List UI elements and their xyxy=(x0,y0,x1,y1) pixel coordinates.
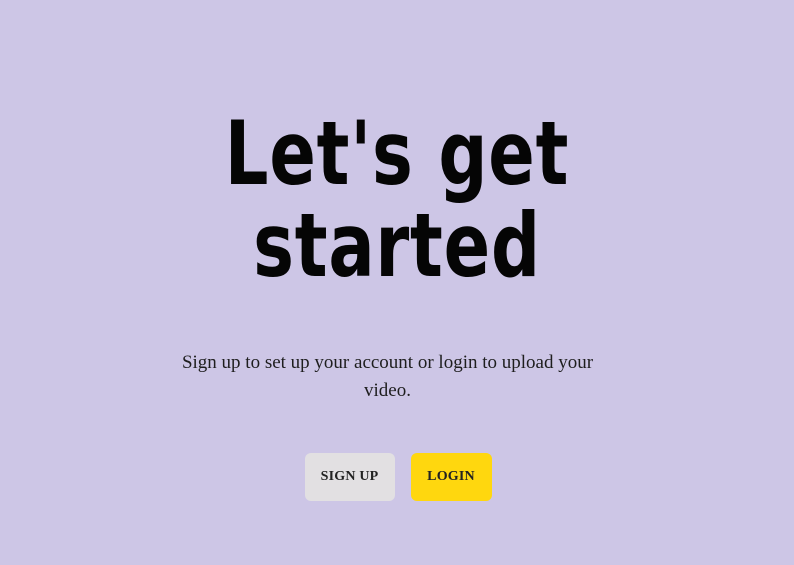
page-title-line-1: Let's get xyxy=(224,102,570,205)
action-buttons: SIGN UP LOGIN xyxy=(0,453,794,501)
page-subtitle: Sign up to set up your account or login … xyxy=(181,352,594,401)
page-title-line-2: started xyxy=(253,194,541,297)
login-button[interactable]: LOGIN xyxy=(410,453,492,501)
landing-page: Let's get started Sign up to set up your… xyxy=(0,0,794,565)
sign-up-button[interactable]: SIGN UP xyxy=(304,453,395,501)
page-title: Let's get started xyxy=(87,108,706,292)
